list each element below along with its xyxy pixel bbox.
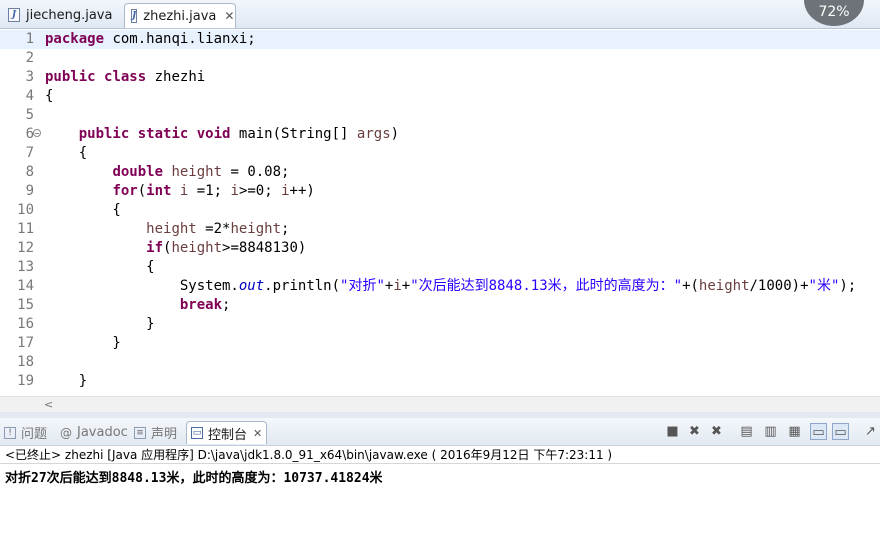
close-icon[interactable]: ✕ bbox=[224, 9, 234, 23]
line-number: 10 bbox=[17, 202, 34, 218]
tab-jiecheng[interactable]: J jiecheng.java bbox=[2, 3, 120, 27]
code-line[interactable]: 15 break; bbox=[0, 296, 880, 315]
code-text: } bbox=[45, 373, 88, 389]
tab-declaration[interactable]: ≡ 声明 bbox=[134, 421, 177, 444]
zoom-badge: 72% bbox=[804, 0, 864, 26]
line-number: 15 bbox=[17, 297, 34, 313]
pin-console-icon[interactable]: ↗ bbox=[862, 423, 879, 440]
line-number: 17 bbox=[17, 335, 34, 351]
code-text: } bbox=[45, 335, 121, 351]
line-number: 8 bbox=[25, 164, 34, 180]
code-text: System.out.println("对折"+i+"次后能达到8848.13米… bbox=[45, 278, 857, 294]
console-icon: ▭ bbox=[191, 427, 203, 439]
line-number: 2 bbox=[25, 50, 34, 66]
code-text: { bbox=[45, 88, 54, 104]
fold-toggle-icon[interactable]: − bbox=[33, 129, 41, 138]
code-text: break; bbox=[179, 297, 231, 313]
remove-all-icon[interactable]: ✖ bbox=[708, 423, 725, 440]
code-line[interactable]: 19 } bbox=[0, 372, 880, 391]
code-line[interactable]: 16 } bbox=[0, 315, 880, 334]
line-number: 9 bbox=[25, 183, 34, 199]
code-text: } bbox=[45, 316, 155, 332]
line-number: 14 bbox=[17, 278, 34, 294]
tab-label: jiecheng.java bbox=[26, 7, 113, 23]
line-number: 6 bbox=[25, 126, 34, 142]
line-number: 4 bbox=[25, 88, 34, 104]
at-icon: @ bbox=[60, 425, 72, 440]
remove-launch-icon[interactable]: ✖ bbox=[686, 423, 703, 440]
scroll-left-icon[interactable]: < bbox=[44, 397, 53, 412]
console-status: <已终止> zhezhi [Java 应用程序] D:\java\jdk1.8.… bbox=[5, 448, 613, 462]
tab-label: Javadoc bbox=[77, 425, 128, 440]
editor-tab-bar: J jiecheng.java J zhezhi.java ✕ 72% bbox=[0, 0, 880, 29]
tab-javadoc[interactable]: @ Javadoc bbox=[60, 421, 128, 444]
code-line[interactable]: 4{ bbox=[0, 87, 880, 106]
line-number: 1 bbox=[25, 31, 34, 47]
close-icon[interactable]: ✕ bbox=[253, 427, 262, 440]
code-line[interactable]: 3 public class zhezhi bbox=[0, 68, 880, 87]
problems-icon: ! bbox=[4, 426, 16, 439]
horizontal-scrollbar[interactable]: < bbox=[0, 396, 880, 412]
code-line[interactable]: 7 { bbox=[0, 144, 880, 163]
code-line[interactable]: 8 double height = 0.08; bbox=[0, 163, 880, 182]
line-number: 5 bbox=[25, 107, 34, 123]
code-text: package com.hanqi.lianxi; bbox=[45, 31, 256, 47]
code-editor[interactable]: 1 package com.hanqi.lianxi; 2 3 public class… bbox=[0, 29, 880, 396]
code-line[interactable]: 18 bbox=[0, 353, 880, 372]
line-number: 18 bbox=[17, 354, 34, 370]
code-line[interactable]: 6− public static void main(String[] args… bbox=[0, 125, 880, 144]
code-text: { bbox=[45, 145, 88, 161]
tab-zhezhi[interactable]: J zhezhi.java ✕ bbox=[124, 3, 236, 28]
code-line[interactable]: 9 for(int i =1; i>=0; i++) bbox=[0, 182, 880, 201]
code-text: double height = 0.08; bbox=[112, 164, 290, 180]
code-text: public static void main(String[] args) bbox=[78, 126, 400, 142]
java-file-icon: J bbox=[131, 9, 138, 23]
scroll-lock-icon[interactable]: ▥ bbox=[762, 423, 779, 440]
code-text: { bbox=[45, 202, 121, 218]
code-line[interactable]: 2 bbox=[0, 49, 880, 68]
code-line[interactable]: 10 { bbox=[0, 201, 880, 220]
line-number: 13 bbox=[17, 259, 34, 275]
word-wrap-icon[interactable]: ▦ bbox=[786, 423, 803, 440]
code-text: if(height>=8848130) bbox=[146, 240, 307, 256]
line-number: 16 bbox=[17, 316, 34, 332]
tab-label: 控制台 bbox=[208, 427, 248, 443]
tab-console[interactable]: ▭ 控制台 ✕ bbox=[186, 421, 268, 444]
java-file-icon: J bbox=[8, 8, 20, 22]
tab-label: 声明 bbox=[151, 427, 178, 442]
code-text: for(int i =1; i>=0; i++) bbox=[112, 183, 315, 199]
line-number: 7 bbox=[25, 145, 34, 161]
code-line[interactable]: 1 package com.hanqi.lianxi; bbox=[0, 30, 880, 49]
declaration-icon: ≡ bbox=[134, 426, 146, 439]
stop-icon[interactable]: ■ bbox=[664, 423, 681, 440]
code-line[interactable]: 5 bbox=[0, 106, 880, 125]
code-line[interactable]: 14 System.out.println("对折"+i+"次后能达到8848.… bbox=[0, 277, 880, 296]
show-on-error-icon[interactable]: ▭ bbox=[832, 423, 849, 440]
code-line[interactable]: 12 if(height>=8848130) bbox=[0, 239, 880, 258]
show-on-output-icon[interactable]: ▭ bbox=[810, 423, 827, 440]
console-output: 对折27次后能达到8848.13米，此时的高度为：10737.41824米 bbox=[5, 471, 383, 486]
tab-problems[interactable]: ! 问题 bbox=[4, 421, 47, 444]
line-number: 3 bbox=[25, 69, 34, 85]
tab-label: zhezhi.java bbox=[143, 8, 217, 24]
code-line[interactable]: 13 { bbox=[0, 258, 880, 277]
code-text: height =2*height; bbox=[146, 221, 290, 237]
line-number: 19 bbox=[17, 373, 34, 389]
code-line[interactable]: 17 } bbox=[0, 334, 880, 353]
clear-console-icon[interactable]: ▤ bbox=[738, 423, 755, 440]
tab-label: 问题 bbox=[21, 427, 48, 442]
code-text: { bbox=[45, 259, 155, 275]
code-line[interactable]: 11 height =2*height; bbox=[0, 220, 880, 239]
code-text: public class zhezhi bbox=[45, 69, 206, 85]
line-number: 11 bbox=[17, 221, 34, 237]
line-number: 12 bbox=[17, 240, 34, 256]
